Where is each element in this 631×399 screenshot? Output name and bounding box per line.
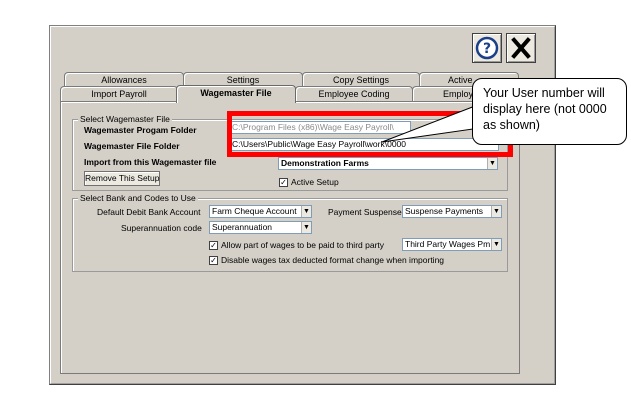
disable-tax-format-checkbox[interactable]: ✓ (209, 256, 218, 265)
active-setup-label: Active Setup (291, 177, 339, 187)
third-party-label: Allow part of wages to be paid to third … (221, 240, 385, 250)
program-folder-label: Wagemaster Progam Folder (84, 125, 197, 135)
x-close-icon (511, 37, 531, 59)
superannuation-select[interactable]: Superannuation ▼ (209, 221, 312, 234)
third-party-value: Third Party Wages Pm (405, 239, 491, 249)
payment-suspense-label: Payment Suspense (328, 207, 402, 217)
help-button[interactable]: ? (472, 33, 502, 63)
third-party-select[interactable]: Third Party Wages Pm ▼ (402, 238, 502, 251)
superannuation-value: Superannuation (212, 222, 273, 232)
chevron-down-icon: ▼ (301, 206, 311, 217)
remove-setup-button[interactable]: Remove This Setup (84, 171, 160, 186)
question-circle-icon: ? (475, 36, 499, 60)
debit-account-label: Default Debit Bank Account (97, 207, 201, 217)
tab-wagemaster-file[interactable]: Wagemaster File (176, 85, 296, 103)
checkmark-icon: ✓ (210, 256, 217, 265)
import-file-label: Import from this Wagemaster file (84, 157, 217, 167)
active-setup-checkbox[interactable]: ✓ (279, 178, 288, 187)
checkmark-icon: ✓ (280, 178, 287, 187)
third-party-checkbox[interactable]: ✓ (209, 241, 218, 250)
file-folder-label: Wagemaster File Folder (84, 141, 180, 151)
superannuation-label: Superannuation code (121, 223, 202, 233)
payment-suspense-value: Suspense Payments (405, 206, 483, 216)
debit-account-select[interactable]: Farm Cheque Account ▼ (209, 205, 312, 218)
checkmark-icon: ✓ (210, 241, 217, 250)
svg-text:?: ? (483, 41, 491, 57)
callout-text: Your User number will display here (not … (483, 86, 607, 132)
close-button[interactable] (506, 33, 536, 63)
import-file-value: Demonstration Farms (281, 158, 369, 168)
chevron-down-icon: ▼ (301, 222, 311, 233)
bank-group-legend: Select Bank and Codes to Use (78, 193, 198, 203)
tab-import-payroll[interactable]: Import Payroll (60, 86, 178, 102)
wagemaster-group-legend: Select Wagemaster File (78, 114, 172, 124)
import-file-select[interactable]: Demonstration Farms ▼ (278, 157, 498, 170)
chevron-down-icon: ▼ (491, 239, 501, 250)
debit-account-value: Farm Cheque Account (212, 206, 297, 216)
chevron-down-icon: ▼ (491, 206, 501, 217)
callout-note: Your User number will display here (not … (472, 78, 627, 145)
chevron-down-icon: ▼ (487, 158, 497, 169)
payment-suspense-select[interactable]: Suspense Payments ▼ (402, 205, 502, 218)
disable-tax-format-label: Disable wages tax deducted format change… (221, 255, 445, 265)
